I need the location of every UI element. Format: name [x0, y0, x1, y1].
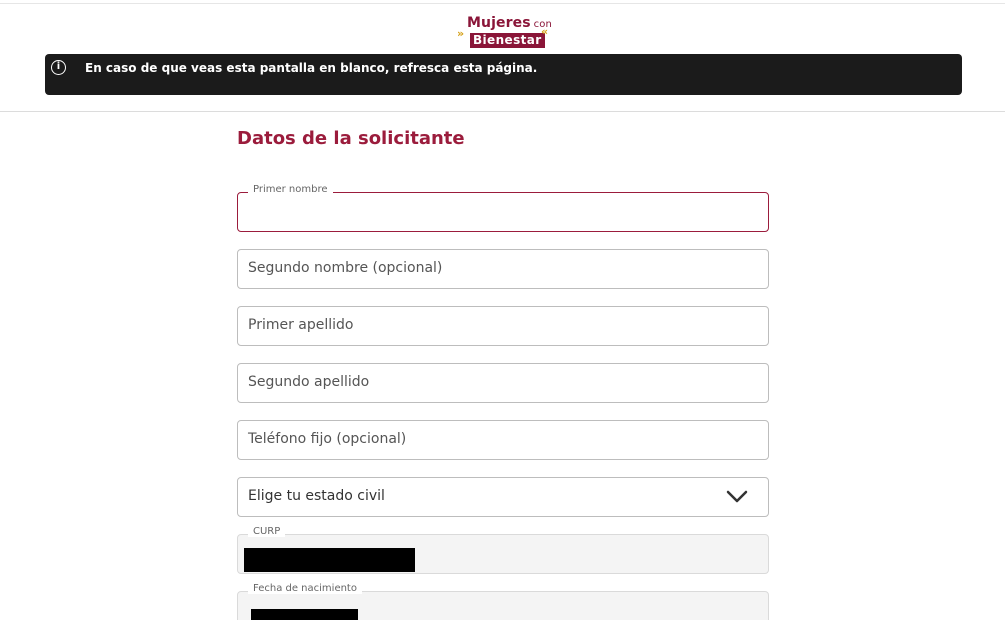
- primer-nombre-input[interactable]: Primer nombre: [237, 184, 769, 232]
- section-title: Datos de la solicitante: [237, 128, 465, 149]
- chevron-down-icon: [726, 490, 748, 503]
- logo-line2: Bienestar: [470, 33, 545, 48]
- banner-message: En caso de que veas esta pantalla en bla…: [85, 61, 538, 75]
- primer-nombre-label: Primer nombre: [248, 184, 333, 195]
- brand-logo: » Mujeres con Bienestar «: [456, 14, 552, 50]
- top-border: [0, 3, 1005, 4]
- logo-line1: Mujeres con: [467, 15, 552, 31]
- segundo-nombre-input[interactable]: Segundo nombre (opcional): [237, 249, 769, 289]
- curp-input[interactable]: CURP: [237, 526, 769, 574]
- primer-apellido-input[interactable]: Primer apellido: [237, 306, 769, 346]
- segundo-apellido-input[interactable]: Segundo apellido: [237, 363, 769, 403]
- fecha-redacted-value: [251, 609, 358, 620]
- info-icon: i: [51, 60, 66, 75]
- info-banner: i En caso de que veas esta pantalla en b…: [45, 54, 962, 95]
- logo-ornament-left-icon: »: [457, 27, 465, 40]
- estado-civil-placeholder: Elige tu estado civil: [248, 488, 385, 504]
- estado-civil-select[interactable]: Elige tu estado civil: [237, 477, 769, 517]
- segundo-nombre-placeholder: Segundo nombre (opcional): [248, 260, 443, 276]
- segundo-apellido-placeholder: Segundo apellido: [248, 374, 370, 390]
- header-divider: [0, 111, 1005, 112]
- logo-ornament-right-icon: «: [541, 25, 549, 38]
- primer-apellido-placeholder: Primer apellido: [248, 317, 354, 333]
- fecha-nacimiento-label: Fecha de nacimiento: [248, 583, 362, 594]
- telefono-placeholder: Teléfono fijo (opcional): [248, 431, 407, 447]
- telefono-fijo-input[interactable]: Teléfono fijo (opcional): [237, 420, 769, 460]
- curp-label: CURP: [248, 526, 286, 537]
- fecha-nacimiento-input[interactable]: Fecha de nacimiento: [237, 583, 769, 620]
- curp-redacted-value: [244, 548, 415, 572]
